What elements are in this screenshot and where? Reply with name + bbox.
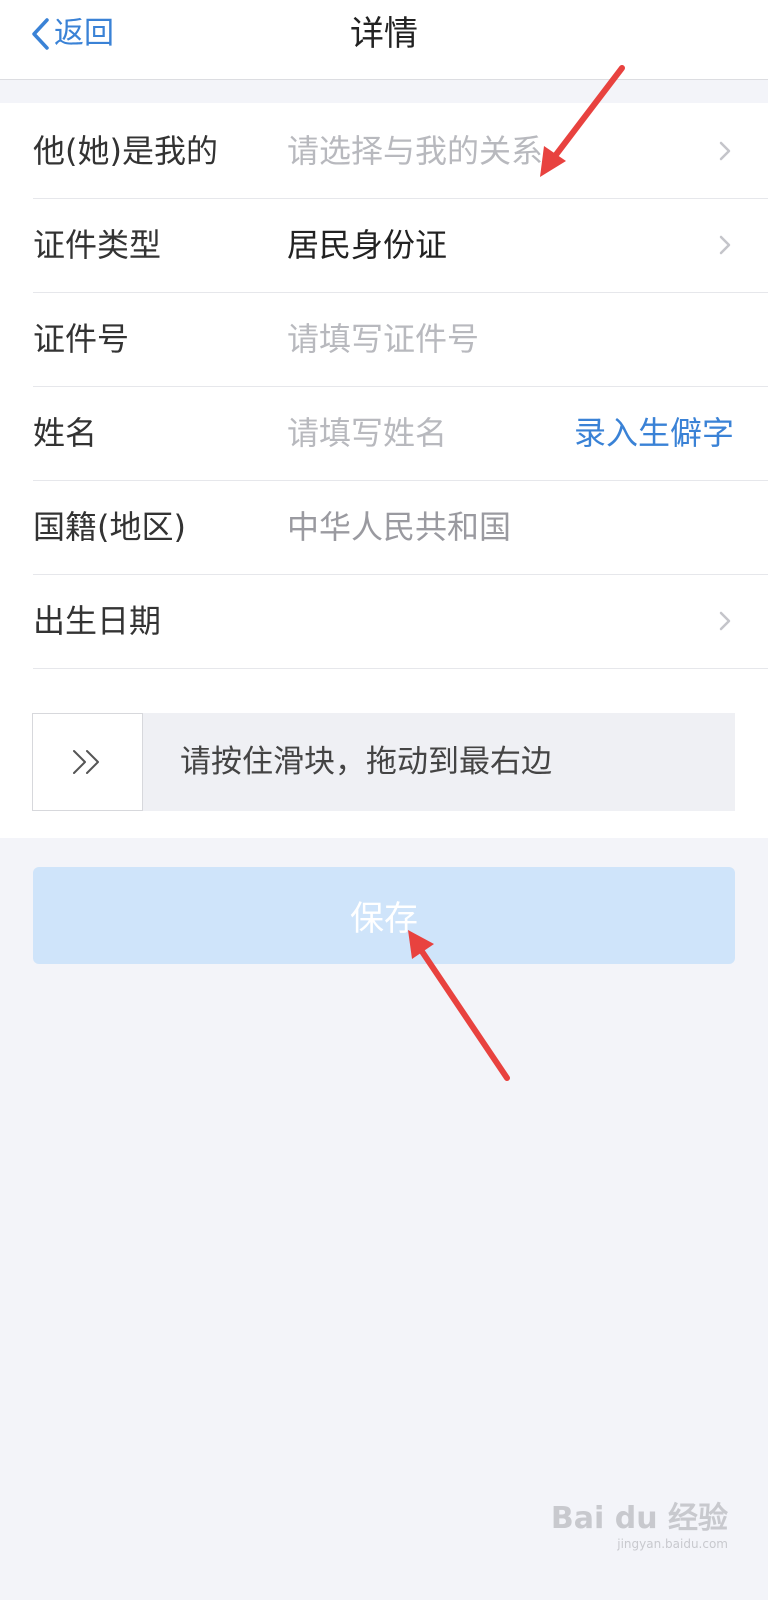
chevron-right-icon <box>719 235 731 255</box>
relationship-value[interactable]: 请选择与我的关系 <box>287 103 543 199</box>
name-label: 姓名 <box>33 414 98 452</box>
nav-bar: 返回 详情 <box>0 0 768 80</box>
id-number-input[interactable]: 请填写证件号 <box>287 291 479 387</box>
id-number-row: 证件号 请填写证件号 <box>33 291 768 387</box>
baidu-jingyan-watermark: Bai du 经验 jingyan.baidu.com <box>550 1501 728 1551</box>
id-type-label: 证件类型 <box>33 226 162 264</box>
relationship-label: 他(她)是我的 <box>33 132 218 170</box>
id-number-label: 证件号 <box>33 320 130 358</box>
chevron-right-icon <box>719 611 731 631</box>
birth-date-row[interactable]: 出生日期 <box>33 573 768 669</box>
name-input[interactable]: 请填写姓名 <box>287 385 447 481</box>
watermark-logo: Bai du 经验 <box>550 1501 728 1536</box>
slider-captcha: 请按住滑块，拖动到最右边 <box>32 713 735 811</box>
slider-handle[interactable] <box>32 713 143 811</box>
page-title: 详情 <box>350 14 418 54</box>
nationality-row: 国籍(地区) 中华人民共和国 <box>33 479 768 575</box>
id-type-value[interactable]: 居民身份证 <box>287 197 447 293</box>
name-row: 姓名 请填写姓名 录入生僻字 <box>33 385 768 481</box>
save-button-label: 保存 <box>350 899 418 939</box>
relationship-row[interactable]: 他(她)是我的 请选择与我的关系 <box>33 103 768 199</box>
rare-character-link[interactable]: 录入生僻字 <box>574 385 734 481</box>
id-type-row[interactable]: 证件类型 居民身份证 <box>33 197 768 293</box>
save-button[interactable]: 保存 <box>33 867 735 964</box>
nationality-label: 国籍(地区) <box>33 508 186 546</box>
watermark-url: jingyan.baidu.com <box>617 1537 728 1551</box>
nationality-value: 中华人民共和国 <box>287 508 512 546</box>
chevron-right-icon <box>719 141 731 161</box>
birth-date-label: 出生日期 <box>33 602 162 640</box>
double-chevron-right-icon <box>72 750 99 774</box>
form-card: 他(她)是我的 请选择与我的关系 证件类型 居民身份证 证件号 请填写证件号 姓… <box>0 103 768 838</box>
slider-hint: 请按住滑块，拖动到最右边 <box>180 744 552 780</box>
